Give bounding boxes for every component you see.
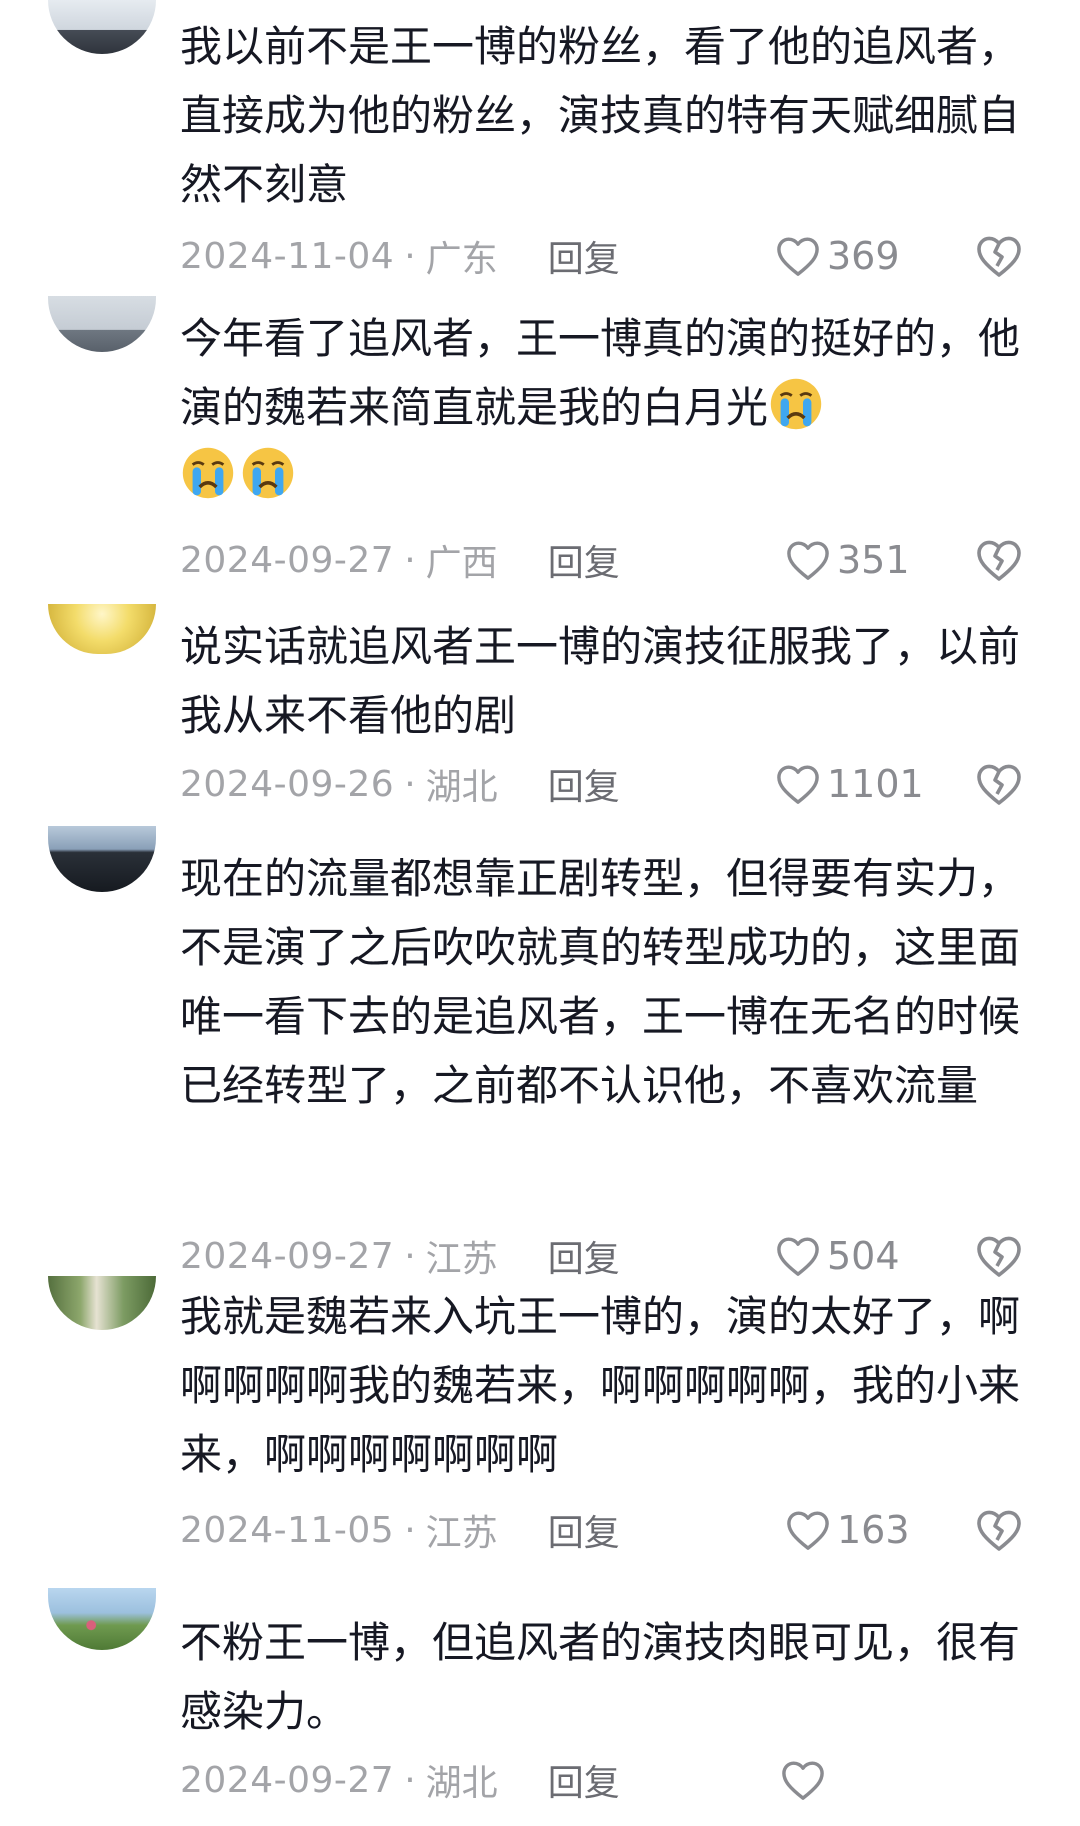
meta-separator: · (404, 1509, 416, 1551)
comment-date: 2024-11-04 (180, 235, 395, 277)
like-button[interactable]: 163 (785, 1502, 935, 1558)
meta-separator: · (404, 1235, 416, 1277)
comment-date: 2024-09-26 (180, 763, 395, 805)
like-count: 1101 (827, 762, 924, 806)
broken-heart-icon[interactable] (975, 760, 1023, 808)
comment-text: 说实话就追风者王一博的演技征服我了，以前我从来不看他的剧 (180, 622, 1021, 740)
crying-face-emoji (180, 445, 236, 501)
like-button[interactable]: 369 (775, 228, 925, 284)
avatar[interactable] (48, 0, 156, 54)
comment-date: 2024-09-27 (180, 539, 395, 581)
meta-separator: · (404, 235, 416, 277)
heart-outline-icon (787, 1511, 829, 1550)
meta-separator: · (404, 539, 416, 581)
like-count: 504 (827, 1234, 900, 1278)
reply-button[interactable]: 回复 (548, 534, 620, 586)
comment-date: 2024-09-27 (180, 1759, 395, 1801)
like-count: 351 (837, 538, 910, 582)
comment-text: 现在的流量都想靠正剧转型，但得要有实力，不是演了之后吹吹就真的转型成功的，这里面… (180, 854, 1021, 1110)
heart-outline-icon (777, 1237, 819, 1276)
crying-face-emoji (768, 376, 824, 432)
comment-meta: 2024-11-04 · 广东 回复 (180, 228, 620, 284)
comment-location: 江苏 (425, 1513, 498, 1554)
comment-meta: 2024-11-05 · 江苏 回复 (180, 1502, 620, 1558)
reply-button[interactable]: 回复 (548, 1754, 620, 1806)
reply-button[interactable]: 回复 (548, 1230, 620, 1282)
comment-location: 广东 (425, 239, 498, 280)
heart-outline-icon (777, 765, 819, 804)
like-button[interactable]: 1101 (775, 756, 925, 812)
crying-face-emoji (240, 445, 296, 501)
heart-outline-icon (782, 1761, 824, 1800)
comment-text: 今年看了追风者，王一博真的演的挺好的，他演的魏若来简直就是我的白月光 (180, 304, 1020, 511)
comment-meta: 2024-09-27 · 广西 回复 (180, 532, 620, 588)
like-button[interactable]: 504 (775, 1228, 925, 1284)
like-button[interactable]: 351 (785, 532, 935, 588)
comment-location: 江苏 (425, 1239, 498, 1280)
comment-location: 广西 (425, 543, 498, 584)
like-button[interactable] (780, 1752, 930, 1808)
comment-text: 我以前不是王一博的粉丝，看了他的追风者，直接成为他的粉丝，演技真的特有天赋细腻自… (180, 22, 1021, 209)
heart-outline-icon (777, 237, 819, 276)
avatar[interactable] (48, 296, 156, 352)
avatar[interactable] (48, 1588, 156, 1650)
broken-heart-icon[interactable] (975, 1232, 1023, 1280)
comment-text-body: 今年看了追风者，王一博真的演的挺好的，他演的魏若来简直就是我的白月光 (180, 314, 1021, 432)
meta-separator: · (404, 1759, 416, 1801)
broken-heart-icon[interactable] (975, 536, 1023, 584)
heart-outline-icon (787, 541, 829, 580)
comment-meta: 2024-09-26 · 湖北 回复 (180, 756, 620, 812)
comment-text: 我就是魏若来入坑王一博的，演的太好了，啊啊啊啊啊我的魏若来，啊啊啊啊啊，我的小来… (180, 1292, 1021, 1479)
like-count: 369 (827, 234, 900, 278)
avatar[interactable] (48, 826, 156, 892)
reply-button[interactable]: 回复 (548, 758, 620, 810)
meta-separator: · (404, 763, 416, 805)
comment-text: 不粉王一博，但追风者的演技肉眼可见，很有感染力。 (180, 1618, 1021, 1736)
comment-meta: 2024-09-27 · 湖北 回复 (180, 1752, 620, 1808)
comment-date: 2024-09-27 (180, 1235, 395, 1277)
broken-heart-icon[interactable] (975, 232, 1023, 280)
comment-location: 湖北 (425, 767, 498, 808)
reply-button[interactable]: 回复 (548, 1504, 620, 1556)
avatar[interactable] (48, 604, 156, 654)
reply-button[interactable]: 回复 (548, 230, 620, 282)
like-count: 163 (837, 1508, 910, 1552)
broken-heart-icon[interactable] (975, 1506, 1023, 1554)
comment-meta: 2024-09-27 · 江苏 回复 (180, 1228, 620, 1284)
avatar[interactable] (48, 1276, 156, 1330)
comment-date: 2024-11-05 (180, 1509, 395, 1551)
comment-location: 湖北 (425, 1763, 498, 1804)
